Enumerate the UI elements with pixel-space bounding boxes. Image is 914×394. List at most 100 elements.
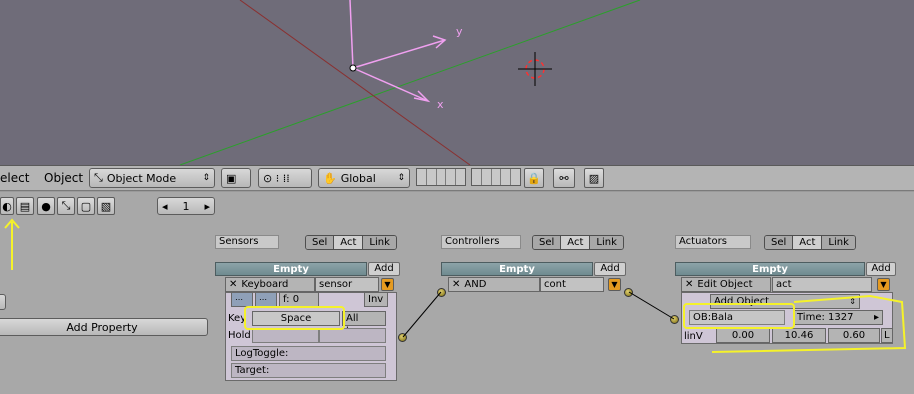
actuator-name-field[interactable]: act (772, 277, 872, 292)
linv-z-value: 0.60 (842, 330, 866, 341)
pulse-true-button[interactable]: ⋯ (231, 292, 253, 307)
select-menu[interactable]: elect (0, 171, 29, 185)
3d-viewport[interactable]: y x (0, 0, 914, 165)
controller-output-socket[interactable] (624, 288, 633, 297)
orientation-select[interactable]: ✋ Global ⇕ (318, 168, 410, 188)
chevron-left-icon[interactable]: ◂ (162, 200, 168, 213)
freq-label: f: 0 (283, 294, 300, 305)
sensor-type-label: Keyboard (241, 279, 289, 290)
actuators-object-bar[interactable]: Empty (675, 262, 865, 276)
actuator-type-label: Edit Object (697, 279, 753, 290)
actuators-add-button[interactable]: Add (866, 262, 896, 276)
linv-z-field[interactable]: 0.60 (828, 328, 880, 343)
freq-field[interactable]: f: 0 (279, 292, 319, 307)
green-grid-axis (179, 0, 641, 165)
pivot-select[interactable]: ⊙ ⁝ ⁞⁞ (258, 168, 312, 188)
sensors-link-toggle[interactable]: Link (363, 236, 396, 249)
sensor-type-select[interactable]: ✕ Keyboard (225, 277, 315, 292)
sensor-output-socket[interactable] (398, 333, 407, 342)
hand-icon: ✋ (323, 171, 337, 185)
layer-grid-1[interactable] (416, 168, 466, 186)
link-icon[interactable]: ⚯ (553, 168, 575, 188)
sensors-label: Sensors (215, 235, 279, 249)
frame-value: 1 (182, 199, 190, 213)
object-icon[interactable]: ⤡ (57, 197, 75, 215)
x-arrow (352, 67, 429, 102)
chevron-updown-icon: ⇕ (202, 173, 210, 183)
sensor-name-field[interactable]: sensor (315, 277, 379, 292)
object-name-field[interactable]: OB:Bala (689, 310, 785, 325)
local-toggle[interactable]: L (881, 328, 893, 343)
linv-y-field[interactable]: 10.46 (772, 328, 826, 343)
controllers-link-toggle[interactable]: Link (590, 236, 623, 249)
chevron-right-icon[interactable]: ▸ (204, 200, 210, 213)
controllers-label: Controllers (441, 235, 521, 249)
all-keys-toggle[interactable]: All keys (342, 311, 386, 337)
frame-field[interactable]: ◂ 1 ▸ (157, 197, 215, 215)
collapse-arrow-icon[interactable]: ▼ (381, 278, 394, 291)
x-axis-label: x (437, 98, 444, 111)
actuators-act-toggle[interactable]: Act (793, 236, 823, 249)
sensor-controller-wire (402, 291, 442, 338)
controller-name-field[interactable]: cont (540, 277, 604, 292)
collapse-arrow-icon[interactable]: ▼ (608, 278, 621, 291)
object-origin[interactable] (349, 64, 357, 72)
pulse-false-button[interactable]: ⋯ (255, 292, 277, 307)
logtoggle-field[interactable]: LogToggle: (231, 346, 386, 361)
close-icon[interactable]: ✕ (685, 279, 693, 290)
controllers-object-bar[interactable]: Empty (441, 262, 593, 276)
linv-label: linV (684, 331, 703, 342)
collapse-arrow-icon[interactable]: ▼ (877, 278, 890, 291)
linv-x-field[interactable]: 0.00 (716, 328, 770, 343)
target-field[interactable]: Target: (231, 363, 386, 378)
actuators-sel-toggle[interactable]: Sel (765, 236, 794, 249)
logic-icon[interactable]: ◐ (0, 197, 14, 215)
controllers-add-button[interactable]: Add (594, 262, 626, 276)
actuators-toggles: Sel Act Link (764, 235, 856, 250)
buttons-window: ◐ ▤ ● ⤡ ▢ ▧ ◂ 1 ▸ Add Property Sensors S… (0, 192, 914, 394)
controller-actuator-wire (628, 291, 675, 320)
y-axis-label: y (456, 25, 463, 38)
pivot-icon: ⊙ ⁝ ⁞⁞ (263, 171, 290, 185)
viewport-canvas: y x (179, 0, 641, 165)
sensors-act-toggle[interactable]: Act (334, 236, 364, 249)
property-toggle[interactable] (0, 294, 6, 310)
sensors-add-button[interactable]: Add (368, 262, 400, 276)
add-property-label: Add Property (66, 320, 138, 334)
script-icon[interactable]: ▤ (16, 197, 34, 215)
scene-icon[interactable]: ▧ (97, 197, 115, 215)
y-arrow (352, 39, 446, 69)
3d-cursor-icon[interactable] (518, 52, 552, 86)
edit-mode-select[interactable]: Add Object ⇕ (710, 294, 860, 309)
draw-type-select[interactable]: ▣ (221, 168, 251, 188)
controller-type-select[interactable]: ✕ AND (448, 277, 540, 292)
layer-grid-2[interactable] (471, 168, 521, 186)
close-icon[interactable]: ✕ (452, 279, 460, 290)
key-button[interactable]: Space (252, 311, 340, 326)
chevron-right-icon: ▸ (873, 312, 879, 323)
mode-select[interactable]: ⤡ Object Mode ⇕ (89, 168, 215, 188)
controllers-act-toggle[interactable]: Act (561, 236, 591, 249)
sensors-object-bar[interactable]: Empty (215, 262, 367, 276)
actuator-type-select[interactable]: ✕ Edit Object (681, 277, 771, 292)
actuators-link-toggle[interactable]: Link (822, 236, 855, 249)
sensors-sel-toggle[interactable]: Sel (306, 236, 335, 249)
lock-icon[interactable]: 🔒 (524, 168, 544, 188)
controllers-toggles: Sel Act Link (532, 235, 624, 250)
editing-icon[interactable]: ▢ (77, 197, 95, 215)
render-image-icon[interactable]: ▨ (584, 168, 604, 188)
controller-input-socket[interactable] (437, 288, 446, 297)
close-icon[interactable]: ✕ (229, 279, 237, 290)
invert-button[interactable]: Inv (364, 292, 388, 307)
add-property-button[interactable]: Add Property (0, 318, 208, 336)
object-menu[interactable]: Object (44, 171, 83, 185)
controllers-sel-toggle[interactable]: Sel (533, 236, 562, 249)
linv-y-value: 10.46 (784, 330, 814, 341)
hold-field-2[interactable] (319, 328, 386, 343)
viewport-header: elect Object ⤡ Object Mode ⇕ ▣ ⊙ ⁝ ⁞⁞ ✋ … (0, 165, 914, 191)
sensors-toggles: Sel Act Link (305, 235, 397, 250)
shading-icon[interactable]: ● (37, 197, 55, 215)
hold-field-1[interactable] (252, 328, 319, 343)
actuator-input-socket[interactable] (670, 315, 679, 324)
time-field[interactable]: Time: 1327 ▸ (793, 310, 883, 325)
